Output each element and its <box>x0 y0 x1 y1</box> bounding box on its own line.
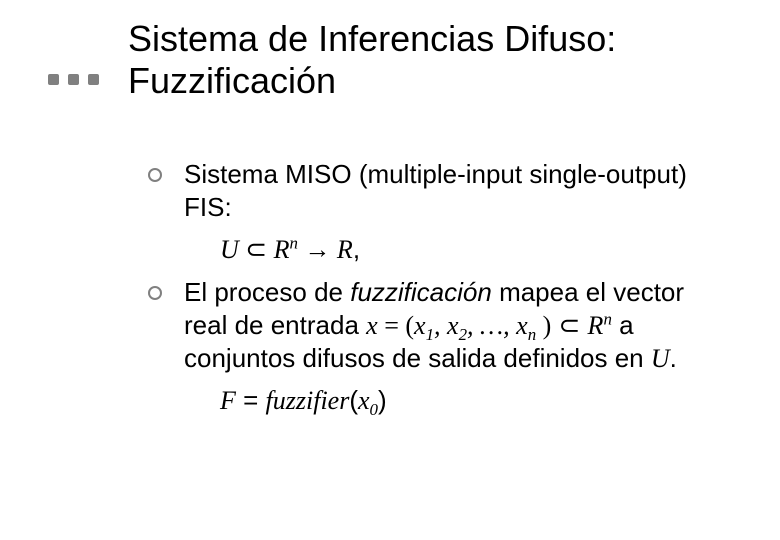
comma: , <box>353 234 360 264</box>
dot-icon <box>48 74 59 85</box>
title-line-2: Fuzzificación <box>128 60 728 102</box>
s0: 0 <box>370 400 378 419</box>
b2-s2: 2 <box>459 325 467 344</box>
subset-icon: ⊂ <box>245 234 267 264</box>
sym-R2: R <box>337 235 353 264</box>
b2-R: R <box>588 311 604 340</box>
slide-title: Sistema de Inferencias Difuso: Fuzzifica… <box>128 18 728 103</box>
bullet-2-formula: F = fuzzifier(x0) <box>148 384 708 417</box>
b2-Uend: U <box>651 344 670 373</box>
sym-R: R <box>274 235 290 264</box>
b2-x: x <box>366 311 378 340</box>
sym-U: U <box>220 235 239 264</box>
fuzzifier: fuzzifier <box>266 386 350 415</box>
bullet-icon <box>148 168 162 182</box>
b2-emph: fuzzificación <box>350 277 492 307</box>
sup-n: n <box>289 233 297 252</box>
b2-xn: x <box>516 311 528 340</box>
b2-eq1: = ( <box>378 311 414 340</box>
bullet-item-2: El proceso de fuzzificación mapea el vec… <box>148 276 708 376</box>
x0: x <box>358 386 370 415</box>
bullet-1-formula: U ⊂ Rn → R, <box>148 233 708 266</box>
dot-icon <box>68 74 79 85</box>
b2-subset: ⊂ <box>551 310 587 340</box>
sym-F: F <box>220 386 236 415</box>
bullet-1-text: Sistema MISO (multiple-input single-outp… <box>184 159 687 222</box>
slide-body: Sistema MISO (multiple-input single-outp… <box>148 158 708 417</box>
b2-c1: , <box>434 311 447 340</box>
b2-period: . <box>670 343 677 373</box>
b2-close: ) <box>536 311 551 340</box>
title-line-1: Sistema de Inferencias Difuso: <box>128 18 728 60</box>
arrow-icon: → <box>304 234 330 264</box>
paren-open: ( <box>349 385 358 415</box>
b2-x1: x <box>414 311 426 340</box>
decorative-dots <box>48 74 99 85</box>
eq-sign: = <box>236 385 266 415</box>
b2-c2: , …, <box>467 311 516 340</box>
bullet-icon <box>148 286 162 300</box>
b2-t1: El proceso de <box>184 277 350 307</box>
b2-x2: x <box>447 311 459 340</box>
slide: Sistema de Inferencias Difuso: Fuzzifica… <box>0 0 780 540</box>
b2-sn: n <box>528 325 536 344</box>
b2-s1: 1 <box>426 325 434 344</box>
bullet-item-1: Sistema MISO (multiple-input single-outp… <box>148 158 708 225</box>
b2-nexp: n <box>603 309 611 328</box>
dot-icon <box>88 74 99 85</box>
paren-close: ) <box>378 385 387 415</box>
